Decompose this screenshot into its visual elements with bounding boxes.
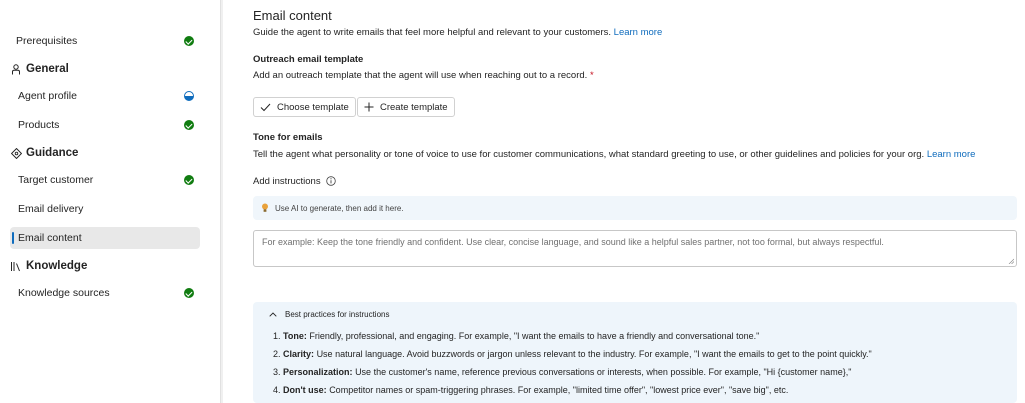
- best-practices-panel: Best practices for instructions 1. Tone:…: [253, 302, 1017, 403]
- list-term: Personalization:: [283, 367, 353, 377]
- section-guidance: Guidance: [10, 147, 78, 159]
- list-number: 4.: [273, 385, 281, 395]
- list-text: Use the customer's name, reference previ…: [355, 367, 852, 377]
- sidebar-item-email-content[interactable]: Email content: [10, 227, 200, 249]
- page-description-text: Guide the agent to write emails that fee…: [253, 27, 612, 38]
- sidebar-item-products[interactable]: Products: [10, 114, 200, 136]
- tone-description-text: Tell the agent what personality or tone …: [253, 149, 925, 160]
- template-heading: Outreach email template: [253, 54, 364, 65]
- library-icon: [10, 260, 22, 272]
- list-number: 3.: [273, 367, 281, 377]
- tone-learn-more-link[interactable]: Learn more: [927, 149, 976, 160]
- tone-heading: Tone for emails: [253, 132, 323, 143]
- section-title: Knowledge: [26, 260, 88, 272]
- ai-hint-bar: Use AI to generate, then add it here.: [253, 196, 1017, 220]
- list-item: 4. Don't use: Competitor names or spam-t…: [273, 384, 872, 402]
- instructions-label-row: Add instructions: [253, 176, 336, 187]
- sidebar-item-knowledge-sources[interactable]: Knowledge sources: [10, 282, 200, 304]
- list-number: 2.: [273, 349, 281, 359]
- required-mark: *: [589, 70, 594, 81]
- checkmark-icon: [260, 103, 271, 111]
- section-title: General: [26, 63, 69, 75]
- list-term: Tone:: [283, 331, 307, 341]
- sidebar-item-email-delivery[interactable]: Email delivery: [10, 198, 200, 220]
- template-description-text: Add an outreach template that the agent …: [253, 70, 588, 81]
- choose-template-button[interactable]: Choose template: [253, 97, 356, 117]
- sidebar-item-target-customer[interactable]: Target customer: [10, 169, 200, 191]
- sidebar-item-label: Knowledge sources: [18, 287, 110, 299]
- main-panel: Email content Guide the agent to write e…: [223, 0, 1025, 403]
- sidebar-item-label: Email content: [18, 232, 82, 244]
- list-number: 1.: [273, 331, 281, 341]
- tone-description: Tell the agent what personality or tone …: [253, 149, 975, 160]
- complete-check-icon: [184, 288, 194, 298]
- chevron-up-icon: [269, 312, 277, 317]
- section-knowledge: Knowledge: [10, 260, 87, 272]
- page-title: Email content: [253, 8, 332, 23]
- in-progress-icon: [184, 91, 194, 101]
- complete-check-icon: [184, 175, 194, 185]
- sidebar-item-prerequisites[interactable]: Prerequisites: [10, 30, 200, 52]
- person-icon: [10, 63, 22, 75]
- complete-check-icon: [184, 120, 194, 130]
- list-item: 2. Clarity: Use natural language. Avoid …: [273, 348, 872, 366]
- create-template-label: Create template: [380, 101, 448, 113]
- list-text: Use natural language. Avoid buzzwords or…: [316, 349, 872, 359]
- sidebar-item-label: Agent profile: [18, 90, 77, 102]
- compass-icon: [10, 147, 22, 159]
- ai-hint-text: Use AI to generate, then add it here.: [275, 203, 404, 213]
- page-description: Guide the agent to write emails that fee…: [253, 27, 662, 38]
- sidebar-item-label: Prerequisites: [16, 35, 78, 47]
- complete-check-icon: [184, 36, 194, 46]
- section-general: General: [10, 63, 69, 75]
- choose-template-label: Choose template: [277, 101, 349, 113]
- best-practices-title: Best practices for instructions: [285, 310, 390, 319]
- sidebar-item-label: Email delivery: [18, 203, 84, 215]
- instructions-placeholder: For example: Keep the tone friendly and …: [262, 237, 884, 247]
- list-text: Competitor names or spam-triggering phra…: [329, 385, 789, 395]
- learn-more-link[interactable]: Learn more: [614, 27, 663, 38]
- list-term: Don't use:: [283, 385, 327, 395]
- sidebar-item-label: Products: [18, 119, 60, 131]
- plus-icon: [364, 102, 374, 112]
- template-description: Add an outreach template that the agent …: [253, 70, 594, 81]
- resize-grip-icon[interactable]: [1008, 258, 1014, 264]
- create-template-button[interactable]: Create template: [357, 97, 455, 117]
- instructions-label: Add instructions: [253, 176, 321, 187]
- list-item: 3. Personalization: Use the customer's n…: [273, 366, 872, 384]
- list-text: Friendly, professional, and engaging. Fo…: [309, 331, 760, 341]
- section-title: Guidance: [26, 147, 79, 159]
- sidebar: Prerequisites General Agent profile Prod…: [0, 0, 223, 403]
- sidebar-item-label: Target customer: [18, 174, 94, 186]
- best-practices-toggle[interactable]: Best practices for instructions: [269, 310, 389, 319]
- list-term: Clarity:: [283, 349, 315, 359]
- sidebar-item-agent-profile[interactable]: Agent profile: [10, 85, 200, 107]
- instructions-textarea[interactable]: For example: Keep the tone friendly and …: [253, 230, 1017, 267]
- lightbulb-icon: [261, 203, 269, 213]
- best-practices-list: 1. Tone: Friendly, professional, and eng…: [273, 330, 872, 402]
- info-icon[interactable]: [326, 176, 336, 187]
- list-item: 1. Tone: Friendly, professional, and eng…: [273, 330, 872, 348]
